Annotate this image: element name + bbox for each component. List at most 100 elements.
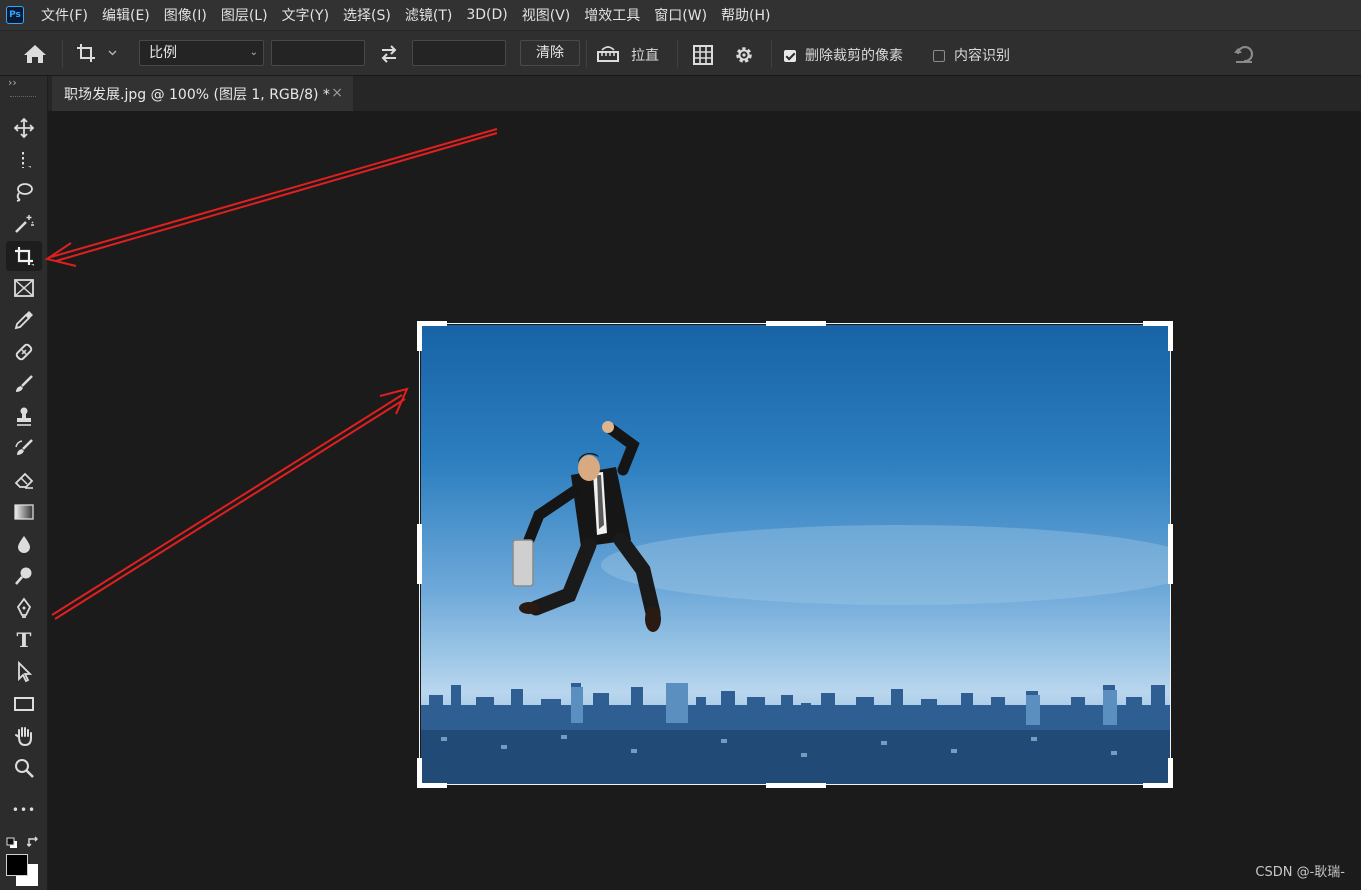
clone-stamp-tool[interactable]: [6, 401, 42, 431]
zoom-icon: [15, 759, 34, 778]
swap-colors-icon: [26, 836, 38, 847]
swap-colors-button[interactable]: [26, 833, 40, 852]
gear-icon: [736, 47, 752, 63]
separator: [62, 40, 63, 68]
type-tool[interactable]: T: [6, 625, 42, 655]
crop-bounding-box[interactable]: [419, 323, 1171, 785]
default-colors-button[interactable]: [6, 834, 18, 853]
menu-select[interactable]: 选择(S): [336, 5, 398, 25]
chevron-down-icon: ⌄: [249, 47, 258, 58]
history-brush-tool[interactable]: [6, 433, 42, 463]
brush-icon: [16, 375, 33, 392]
toolbar-grip[interactable]: [10, 96, 36, 100]
ratio-select-value: 比例: [149, 45, 177, 61]
crop-handle-bottom-right[interactable]: [1168, 758, 1173, 788]
blur-tool[interactable]: [6, 529, 42, 559]
menu-items: 文件(F) 编辑(E) 图像(I) 图层(L) 文字(Y) 选择(S) 滤镜(T…: [34, 0, 778, 30]
menu-view[interactable]: 视图(V): [515, 5, 578, 25]
marquee-icon: [22, 152, 31, 168]
crop-preset-picker[interactable]: [76, 43, 120, 69]
dodge-tool[interactable]: [6, 561, 42, 591]
menu-help[interactable]: 帮助(H): [714, 5, 777, 25]
delete-cropped-pixels-checkbox[interactable]: [784, 50, 796, 62]
ratio-select[interactable]: 比例 ⌄: [139, 40, 264, 66]
crop-tool-icon: [77, 44, 117, 62]
crop-tool[interactable]: [6, 241, 42, 271]
pen-tool[interactable]: [6, 593, 42, 623]
gradient-icon: [14, 504, 34, 520]
eraser-tool[interactable]: [6, 465, 42, 495]
overlay-grid-button[interactable]: [692, 44, 714, 70]
type-icon: T: [16, 628, 32, 652]
zoom-tool[interactable]: [6, 753, 42, 783]
home-button[interactable]: [22, 43, 48, 69]
straighten-icon: [597, 46, 619, 62]
straighten-label[interactable]: 拉直: [631, 45, 659, 65]
swap-dimensions-button[interactable]: [379, 44, 399, 68]
crop-handle-left[interactable]: [417, 524, 422, 584]
separator: [771, 40, 772, 68]
path-selection-tool[interactable]: [6, 657, 42, 687]
swap-icon: [381, 45, 397, 63]
delete-cropped-pixels-label[interactable]: 删除裁剪的像素: [805, 45, 903, 65]
content-aware-checkbox[interactable]: [933, 50, 945, 62]
gradient-tool[interactable]: [6, 497, 42, 527]
menu-image[interactable]: 图像(I): [157, 5, 214, 25]
crop-icon: [15, 247, 34, 266]
menu-edit[interactable]: 编辑(E): [95, 5, 157, 25]
crop-handle-bottom[interactable]: [766, 783, 826, 788]
menu-type[interactable]: 文字(Y): [275, 5, 336, 25]
menu-3d[interactable]: 3D(D): [459, 7, 514, 23]
clear-button[interactable]: 清除: [520, 40, 580, 66]
eyedropper-tool[interactable]: [6, 305, 42, 335]
crop-handle-top[interactable]: [766, 321, 826, 326]
rectangle-tool[interactable]: [6, 689, 42, 719]
magic-wand-icon: [15, 215, 34, 233]
collapse-toolbar-icon[interactable]: ››: [8, 76, 17, 89]
more-tools-button[interactable]: •••: [6, 795, 42, 825]
crop-handle-bottom-left[interactable]: [417, 758, 422, 788]
close-icon[interactable]: ×: [331, 85, 343, 101]
move-tool[interactable]: [6, 113, 42, 143]
menu-layer[interactable]: 图层(L): [214, 5, 275, 25]
crop-handle-top-right[interactable]: [1168, 321, 1173, 351]
brush-tool[interactable]: [6, 369, 42, 399]
bandage-icon: [15, 343, 33, 361]
frame-icon: [14, 279, 34, 297]
hand-tool[interactable]: [6, 721, 42, 751]
document-tab-bar: 职场发展.jpg @ 100% (图层 1, RGB/8) * ×: [48, 76, 1361, 111]
straighten-button[interactable]: [596, 44, 620, 68]
reset-button[interactable]: [1232, 44, 1256, 68]
dodge-icon: [15, 567, 32, 585]
stamp-icon: [17, 407, 31, 426]
healing-brush-tool[interactable]: [6, 337, 42, 367]
undo-icon: [1234, 45, 1254, 63]
eyedropper-icon: [14, 311, 33, 330]
separator: [677, 40, 678, 68]
photoshop-logo: Ps: [6, 6, 24, 24]
document-tab[interactable]: 职场发展.jpg @ 100% (图层 1, RGB/8) * ×: [52, 76, 353, 111]
content-aware-label[interactable]: 内容识别: [954, 45, 1010, 65]
crop-handle-right[interactable]: [1168, 524, 1173, 584]
marquee-tool[interactable]: [6, 145, 42, 175]
crop-width-field[interactable]: [271, 40, 365, 66]
crop-height-field[interactable]: [412, 40, 506, 66]
menu-plugins[interactable]: 增效工具: [577, 5, 647, 25]
foreground-color-swatch[interactable]: [6, 854, 28, 876]
menu-window[interactable]: 窗口(W): [647, 5, 714, 25]
options-bar: 比例 ⌄ 清除 拉直 删除裁剪的像素 内容识别: [0, 30, 1361, 76]
move-icon: [13, 117, 35, 139]
crop-handle-top-left[interactable]: [417, 321, 422, 351]
menu-file[interactable]: 文件(F): [34, 5, 95, 25]
magic-wand-tool[interactable]: [6, 209, 42, 239]
watermark: CSDN @-耿瑞-: [1255, 865, 1345, 880]
pen-icon: [16, 597, 32, 618]
lasso-tool[interactable]: [6, 177, 42, 207]
crop-settings-button[interactable]: [733, 44, 755, 70]
grid-icon: [693, 45, 713, 65]
menu-filter[interactable]: 滤镜(T): [398, 5, 459, 25]
default-colors-icon: [6, 837, 17, 848]
frame-tool[interactable]: [6, 273, 42, 303]
lasso-icon: [16, 183, 33, 202]
history-brush-icon: [15, 439, 33, 455]
